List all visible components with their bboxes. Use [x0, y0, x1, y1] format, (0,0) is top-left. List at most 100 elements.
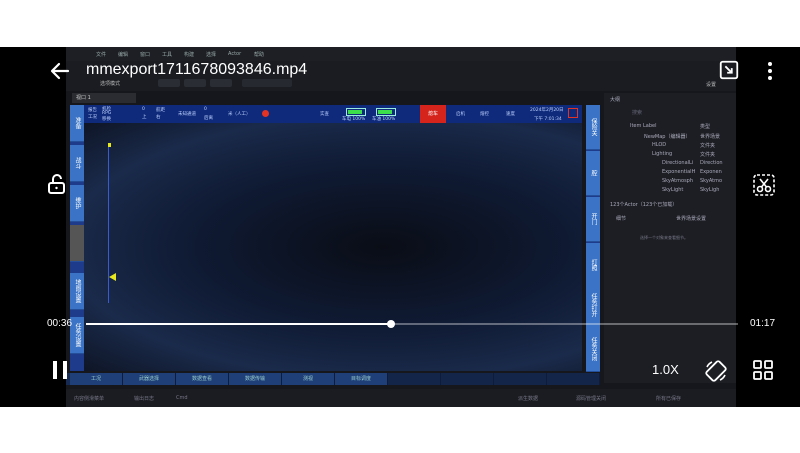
rotate-icon[interactable] — [704, 359, 728, 383]
mode-label: 选项模式 — [100, 81, 121, 87]
outliner-row-type: 文件夹 — [700, 143, 716, 149]
side-button-maintain: 维护 — [70, 185, 84, 222]
editor-statusbar: 内容侧滑菜单 输出日志 Cmd 派生数据 源码管理关闭 所有已保存 — [66, 389, 736, 407]
menu-item: 文件 — [96, 52, 107, 58]
hud-label: 后离 — [204, 116, 213, 121]
marker-triangle-icon — [109, 273, 116, 281]
hud-label: 右 — [156, 115, 161, 120]
hud-label: 0 — [142, 107, 145, 112]
outliner-row: DirectionalLi — [662, 160, 694, 166]
hud-label: 米（人工） — [228, 112, 251, 117]
outliner-panel: 大纲 搜索 Item Label 类型 NewMap（编辑器） 世界场景 HLO… — [604, 93, 736, 383]
outliner-row-type: SkyAtmo — [700, 178, 723, 184]
status-item: 派生数据 — [518, 396, 539, 402]
outliner-row-type: Direction — [700, 160, 723, 166]
side-button-blank — [70, 225, 84, 262]
menu-item: 帮助 — [254, 52, 265, 58]
menu-item: 编辑 — [118, 52, 129, 58]
hud-label: 0 — [204, 107, 207, 112]
pip-icon[interactable] — [718, 59, 740, 81]
close-hud-icon — [568, 108, 578, 118]
side-button-task-close: 任务关闭 — [586, 327, 600, 372]
hud-label: 未知通道 — [178, 112, 196, 117]
outliner-row-type: Exponen — [700, 169, 722, 175]
side-button-door: 开门 — [586, 197, 600, 242]
hud-label: 熔控 — [480, 112, 489, 117]
marker-top-icon — [108, 143, 111, 147]
outliner-col-label: Item Label — [630, 123, 657, 129]
more-icon[interactable] — [762, 59, 778, 83]
outliner-search: 搜索 — [632, 110, 643, 116]
back-arrow-icon[interactable] — [48, 59, 72, 83]
bottom-tab: 数据查看 — [176, 373, 229, 385]
toolbar-button — [184, 79, 206, 87]
battery-icon — [346, 108, 366, 116]
status-item: 输出日志 — [134, 396, 155, 402]
side-button-map: 地图设置 — [70, 273, 84, 310]
viewport-tab: 视口 1 — [72, 93, 136, 103]
viewport-scene — [84, 123, 582, 371]
bottom-tab: 测视 — [282, 373, 335, 385]
hud-label: 速度 — [506, 112, 515, 117]
current-time: 00:36 — [47, 318, 73, 329]
outliner-row-type: 世界场景 — [700, 134, 721, 140]
total-time: 01:17 — [750, 318, 776, 329]
outliner-row: SkyLight — [662, 187, 684, 193]
hud-bar: 报告 工况 机检 RPG 移换 0 上 航距 右 未知通道 0 后离 米（人工）… — [84, 105, 582, 124]
outliner-row: ExponentialH — [662, 169, 696, 175]
hud-label: 报告 — [88, 108, 97, 113]
bottom-tab: 工况 — [70, 373, 123, 385]
settings-label: 设置 — [706, 82, 717, 88]
outliner-count: 123个Actor（123个已加载） — [610, 202, 678, 208]
battery-icon — [376, 108, 396, 116]
world-settings-tab: 世界场景设置 — [676, 216, 707, 222]
side-button-safety: 保险关 — [586, 105, 600, 150]
side-button-battle: 战斗 — [70, 145, 84, 182]
bottom-tab: 武器选择 — [123, 373, 176, 385]
bottom-tab — [388, 373, 441, 385]
side-button-light: 灯照 — [586, 243, 600, 288]
record-dot-icon — [262, 110, 269, 117]
grid-icon[interactable] — [752, 359, 774, 381]
status-item: Cmd — [176, 395, 188, 401]
lock-icon[interactable] — [46, 173, 68, 195]
seek-bar[interactable] — [86, 320, 738, 328]
hud-label: 车电 100% — [342, 117, 366, 122]
play-controls — [242, 79, 292, 87]
speed-button[interactable]: 1.0X — [652, 362, 679, 377]
video-player[interactable]: 文件 编辑 窗口 工具 构建 选择 Actor 帮助 选项模式 设置 视口 1 … — [0, 47, 800, 407]
bottom-tab: 数据传输 — [229, 373, 282, 385]
cut-icon[interactable] — [752, 173, 776, 197]
bottom-tab — [547, 373, 600, 385]
stop-vehicle-button: 熄车 — [420, 105, 446, 123]
side-button-task: 任务设置 — [70, 317, 84, 354]
hud-label: 移换 — [102, 117, 111, 122]
seek-progress — [86, 323, 392, 325]
details-hint: 选择一个对象来查看细节。 — [640, 235, 688, 240]
hud-label: 车油 100% — [372, 117, 396, 122]
bottom-tab: 目标调度 — [335, 373, 388, 385]
toolbar-button — [158, 79, 180, 87]
menu-item: Actor — [228, 51, 242, 57]
outliner-row: SkyAtmosph — [662, 178, 694, 184]
menu-item: 构建 — [184, 52, 195, 58]
video-title: mmexport1711678093846.mp4 — [86, 61, 308, 78]
details-tab: 细节 — [616, 216, 627, 222]
pause-icon[interactable] — [50, 359, 70, 381]
outliner-row-type: 文件夹 — [700, 152, 716, 158]
hud-label: 上 — [142, 115, 147, 120]
status-item: 源码管理关闭 — [576, 396, 607, 402]
hud-label: 实查 — [320, 112, 329, 117]
status-item: 所有已保存 — [656, 396, 682, 402]
hud-time: 下午 7:01:34 — [534, 117, 562, 122]
menu-item: 窗口 — [140, 52, 151, 58]
hud-label: 工况 — [88, 115, 97, 120]
outliner-row: HLOD — [652, 142, 667, 148]
hud-label: 航距 — [156, 108, 165, 113]
bottom-tab — [494, 373, 547, 385]
outliner-title: 大纲 — [610, 97, 621, 103]
side-button-prepare: 准备 — [70, 105, 84, 142]
editor-menubar: 文件 编辑 窗口 工具 构建 选择 Actor 帮助 — [66, 47, 736, 61]
toolbar-button — [210, 79, 232, 87]
bottom-tab — [441, 373, 494, 385]
